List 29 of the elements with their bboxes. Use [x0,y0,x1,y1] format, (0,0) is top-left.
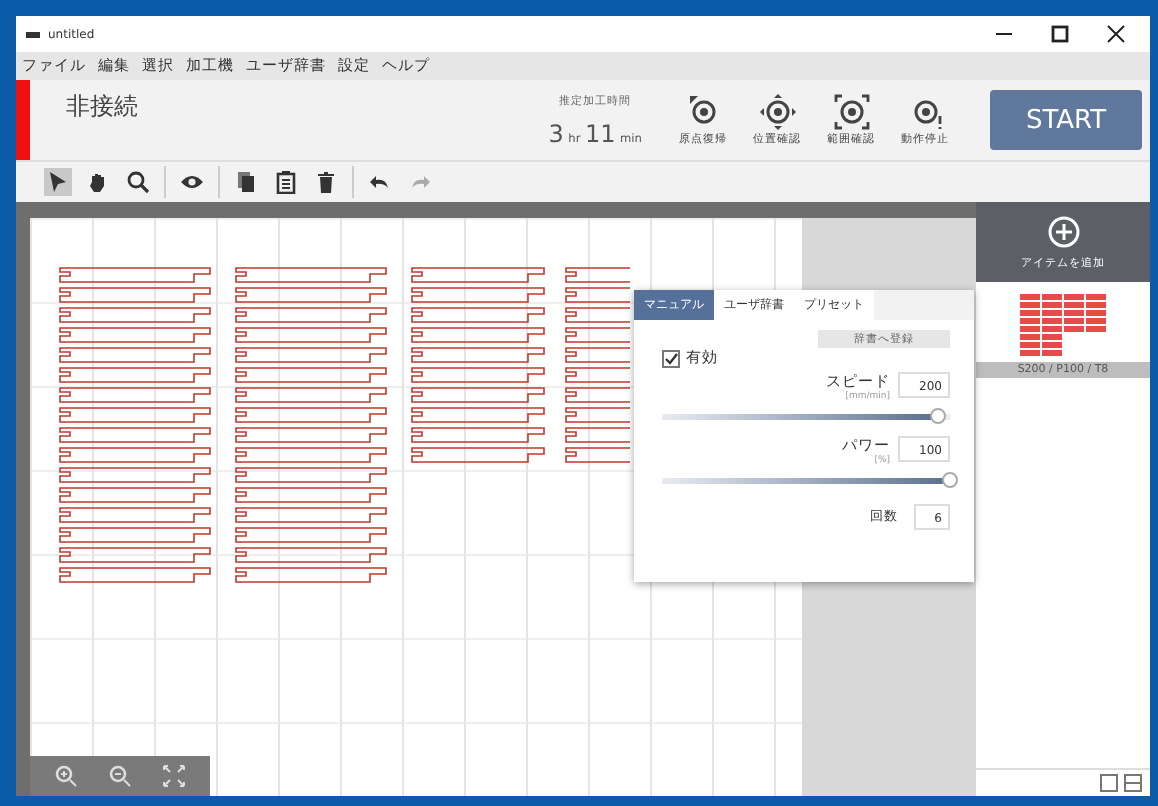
target-arrows-icon [757,94,797,130]
single-view-icon[interactable] [1100,774,1118,792]
search-icon [126,170,150,194]
split-view-icon[interactable] [1124,774,1142,792]
redo-icon [408,170,432,194]
fit-icon[interactable] [162,764,186,788]
pointer-button[interactable] [44,168,72,196]
zoom-in-icon[interactable] [54,764,78,788]
trash-icon [314,170,338,194]
zoom-out-icon[interactable] [108,764,132,788]
maximize-icon[interactable] [1050,24,1070,44]
copy-button[interactable] [232,168,260,196]
checkbox[interactable] [662,349,680,367]
plus-icon [1047,215,1079,247]
pointer-icon [46,170,70,194]
item-thumbnail [1019,294,1107,358]
slider[interactable] [662,414,950,420]
paste-button[interactable] [272,168,300,196]
delete-button[interactable] [312,168,340,196]
close-icon[interactable] [1106,24,1126,44]
copy-icon [234,170,258,194]
target-frame-icon [831,94,871,130]
connection-status: 非接続 [66,90,138,124]
app-icon [26,31,40,37]
start-button[interactable]: START [990,90,1142,150]
eye-icon [180,170,204,194]
hand-icon [86,170,110,194]
zoom-button[interactable] [124,168,152,196]
clipboard-icon [274,170,298,194]
